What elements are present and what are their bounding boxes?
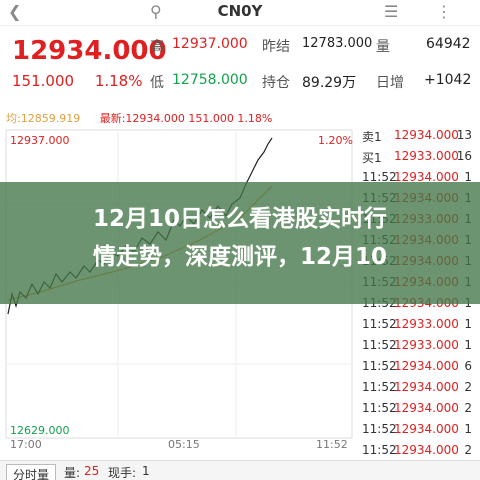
trade-tick-row: 11:5212933.000 1 — [356, 317, 480, 338]
trade-tick-row: 11:52 12934.000 2 — [356, 401, 480, 422]
tick-time: 11:52 — [362, 380, 397, 394]
page-title: CN0Y — [217, 2, 263, 20]
x-label-mid: 05:15 — [168, 438, 200, 451]
tick-volume: 1 — [464, 317, 472, 331]
price-change: 151.000 1.18% — [12, 72, 158, 90]
current-price: 12934.000 — [12, 36, 167, 66]
hand-value: 1 — [142, 464, 150, 478]
x-label-end: 11:52 — [316, 438, 348, 451]
trade-tick-row: 11:5212933.000 1 — [356, 338, 480, 359]
tick-price: 12933.000 — [394, 338, 459, 352]
menu-icon[interactable]: ☰ — [384, 2, 398, 21]
headline-overlay: 12月10日怎么看港股实时行 情走势，深度测评，12月10 — [0, 182, 480, 304]
prev-close-value: 12783.000 — [302, 36, 373, 51]
tick-time: 11:52 — [362, 338, 397, 352]
tick-time: 11:52 — [362, 359, 397, 373]
tick-price: 12934.000 — [394, 401, 459, 415]
low-value: 12758.000 — [172, 72, 248, 88]
high-label: 高 — [150, 39, 164, 55]
high-value: 12937.000 — [172, 36, 248, 52]
orderbook-quote-row: 卖1 12934.000 13 — [356, 128, 480, 149]
headline-line-2: 情走势，深度测评，12月10 — [92, 244, 387, 270]
tick-price: 12933.000 — [394, 317, 459, 331]
tick-time: 11:52 — [362, 422, 397, 436]
tick-volume: 1 — [464, 422, 472, 436]
orderbook-quote-row: 买1 12933.000 16 — [356, 149, 480, 170]
share-icon[interactable]: ⋮ — [436, 2, 452, 21]
bottom-indicator-bar: 分时量 量: 25 现手: 1 — [0, 460, 480, 480]
tick-time: 买1 — [362, 151, 382, 165]
volume-label: 量 — [376, 39, 390, 55]
trade-tick-row: 11:5212934.000 1 — [356, 422, 480, 443]
open-interest-label: 持仓 — [262, 75, 290, 91]
tick-time: 11:52 — [362, 317, 397, 331]
tick-price: 12934.000 — [394, 422, 459, 436]
tick-time: 11:52 — [362, 443, 397, 457]
change-pct: 1.18% — [94, 72, 143, 90]
tick-volume: 16 — [456, 149, 472, 163]
volume-value: 64942 — [426, 36, 471, 52]
tick-price: 12934.000 — [394, 359, 459, 373]
trade-tick-row: 11:52 12934.000 2 — [356, 380, 480, 401]
tick-volume: 1 — [464, 338, 472, 352]
vol-value: 25 — [84, 464, 100, 478]
y-top-right-label: 1.20% — [318, 134, 353, 147]
hand-label: 现手: — [108, 466, 137, 480]
daily-increase-value: +1042 — [424, 72, 472, 88]
trade-tick-row: 11:52 12934.000 6 — [356, 359, 480, 380]
tick-price: 12934.000 — [394, 443, 459, 457]
x-label-start: 17:00 — [10, 438, 42, 451]
tick-volume: 2 — [464, 401, 472, 415]
vol-label: 量: — [64, 466, 81, 480]
headline-line-1: 12月10日怎么看港股实时行 — [92, 206, 387, 232]
tick-time: 11:52 — [362, 401, 397, 415]
tick-price: 12934.000 — [394, 380, 459, 394]
tick-volume: 2 — [464, 443, 472, 457]
change-abs: 151.000 — [12, 72, 75, 90]
y-top-left-label: 12937.000 — [10, 134, 70, 147]
tick-volume: 2 — [464, 380, 472, 394]
low-label: 低 — [150, 75, 164, 91]
open-interest-value: 89.29万 — [302, 75, 357, 91]
prev-close-label: 昨结 — [262, 39, 290, 55]
tick-price: 12933.000 — [394, 149, 459, 163]
tick-time: 卖1 — [362, 130, 382, 144]
top-bar: ❮ ⚲ CN0Y ☰ ⋮ — [0, 0, 480, 26]
tick-price: 12934.000 — [394, 128, 459, 142]
y-bottom-left-label: 12629.000 — [10, 424, 70, 437]
quote-panel: 12934.000 151.000 1.18% 高 12937.000 低 12… — [0, 26, 480, 104]
daily-increase-label: 日增 — [376, 75, 404, 91]
tab-volume[interactable]: 分时量 — [6, 464, 57, 480]
tick-volume: 13 — [456, 128, 472, 142]
tick-volume: 6 — [464, 359, 472, 373]
